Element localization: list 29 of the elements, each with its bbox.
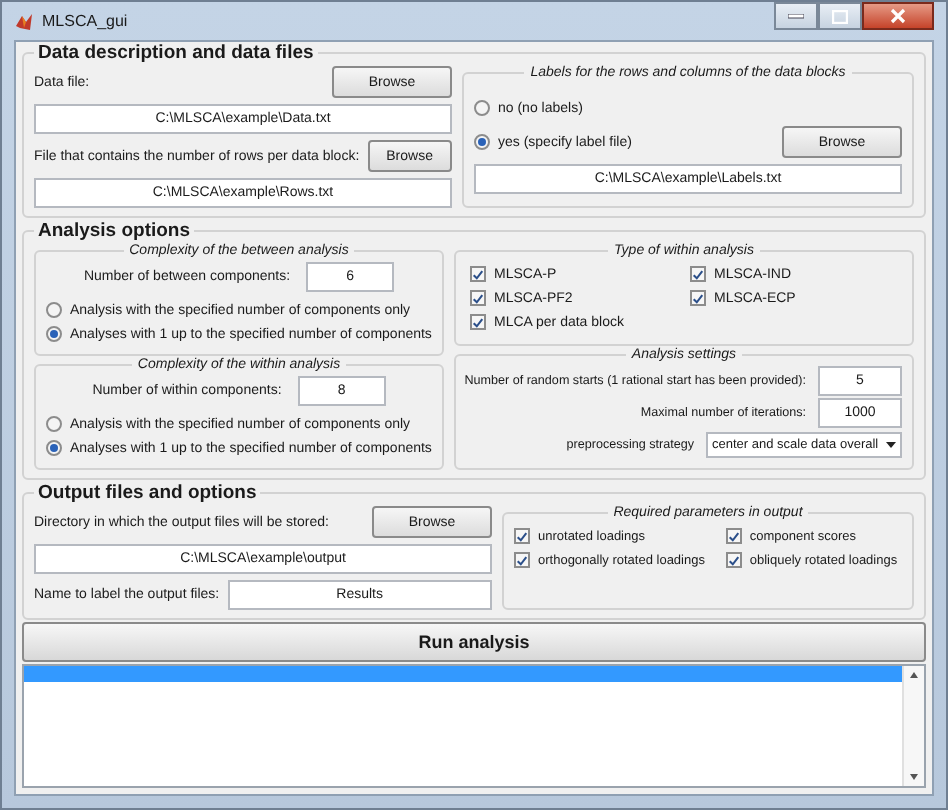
minimize-icon [788,13,804,19]
window-title: MLSCA_gui [42,12,130,30]
checkbox[interactable] [470,266,486,282]
checkbox[interactable] [470,314,486,330]
app-icon [14,11,34,31]
minimize-button[interactable] [774,2,818,30]
output-listbox[interactable] [22,664,926,788]
checkbox[interactable] [725,528,742,544]
section-title: Data description and data files [36,42,316,64]
section-title: Output files and options [36,482,259,504]
checkbox[interactable] [725,552,742,568]
radio-button[interactable] [46,416,62,432]
radio-button[interactable] [46,326,62,342]
close-button[interactable] [862,2,934,30]
checkbox[interactable] [690,290,706,306]
checkbox[interactable] [690,266,706,282]
checkbox[interactable] [514,552,530,568]
section-title: Analysis options [36,220,193,242]
radio-button[interactable] [474,134,490,150]
maximize-icon [832,9,848,23]
radio-button[interactable] [46,302,62,318]
radio-button[interactable] [474,100,490,116]
close-icon [890,8,906,24]
checkbox[interactable] [470,290,486,306]
run-analysis-button[interactable]: Run analysis [22,622,926,662]
checkbox[interactable] [514,528,530,544]
radio-button[interactable] [46,440,62,456]
maximize-button[interactable] [818,2,862,30]
scrollbar[interactable] [902,666,924,786]
